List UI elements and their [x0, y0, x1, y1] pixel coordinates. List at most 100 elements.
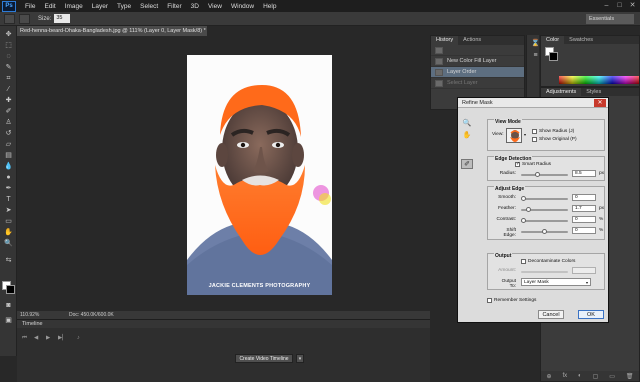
hand-icon[interactable]: ✋ [461, 131, 473, 141]
gradient-tool-icon[interactable]: ▤ [3, 151, 14, 160]
eraser-tool-icon[interactable]: ▱ [3, 140, 14, 149]
workspace-select[interactable]: Essentials [586, 14, 634, 24]
maximize-icon[interactable]: □ [615, 1, 624, 10]
chevron-down-icon[interactable]: ▾ [296, 354, 304, 363]
menu-view[interactable]: View [208, 3, 222, 10]
show-radius-checkbox[interactable] [532, 129, 537, 134]
history-item[interactable]: Layer Order [431, 67, 524, 78]
new-layer-icon[interactable]: ▭ [609, 373, 615, 380]
type-tool-icon[interactable]: T [3, 195, 14, 204]
view-mode-thumbnail[interactable] [506, 128, 522, 143]
size-input[interactable]: 35 [54, 14, 71, 23]
brush-tool-icon[interactable]: ✐ [3, 107, 14, 116]
smooth-slider[interactable] [521, 196, 568, 201]
radius-slider[interactable] [521, 172, 568, 177]
screen-mode-icon[interactable]: ▣ [3, 316, 14, 325]
smooth-slider-knob[interactable] [521, 196, 526, 201]
trash-icon[interactable]: 🗑 [626, 373, 634, 380]
document-size[interactable]: Doc: 450.0K/600.0K [69, 311, 114, 319]
shift-edge-input[interactable]: 0 [572, 227, 596, 234]
minimize-icon[interactable]: – [602, 1, 611, 10]
menu-type[interactable]: Type [117, 3, 131, 10]
contrast-slider-knob[interactable] [521, 218, 526, 223]
menu-3d[interactable]: 3D [191, 3, 199, 10]
feather-slider-knob[interactable] [526, 207, 532, 212]
zoom-level[interactable]: 110.92% [20, 311, 39, 319]
hand-tool-icon[interactable]: ✋ [3, 228, 14, 237]
history-item[interactable]: New Color Fill Layer [431, 56, 524, 67]
color-background-swatch[interactable] [549, 52, 558, 61]
timeline-tab[interactable]: Timeline [22, 321, 43, 327]
crop-tool-icon[interactable]: ⌗ [3, 74, 14, 83]
dodge-tool-icon[interactable]: ● [3, 173, 14, 182]
tab-history[interactable]: History [431, 36, 459, 45]
audio-icon[interactable]: ♪ [77, 335, 84, 341]
smart-radius-checkbox[interactable] [515, 161, 520, 167]
mask-icon[interactable]: ▢ [593, 373, 599, 380]
document-tab[interactable]: Red-henna-beard-Dhaka-Bangladesh.jpg @ 1… [17, 26, 207, 36]
feather-input[interactable]: 1.7 [572, 205, 596, 212]
shift-edge-slider[interactable] [521, 229, 568, 234]
quick-select-tool-icon[interactable]: ✎ [3, 63, 14, 72]
create-video-timeline-button[interactable]: Create Video Timeline [235, 354, 293, 363]
brush-preset-icon[interactable] [19, 13, 30, 24]
history-item[interactable]: Select Layer [431, 78, 524, 89]
background-color-swatch[interactable] [6, 285, 15, 294]
first-frame-icon[interactable]: ⏮ [22, 335, 29, 341]
path-select-icon[interactable]: ➤ [3, 206, 14, 215]
menu-layer[interactable]: Layer [92, 3, 108, 10]
quick-mask-icon[interactable]: ◙ [3, 301, 14, 310]
contrast-input[interactable]: 0 [572, 216, 596, 223]
link-layers-icon[interactable]: ⊕ [546, 373, 551, 380]
menu-help[interactable]: Help [263, 3, 276, 10]
adjustment-layer-icon[interactable]: ◐ [578, 373, 582, 379]
history-item[interactable] [431, 45, 524, 56]
next-frame-icon[interactable]: ▶▏ [58, 335, 66, 341]
tab-adjustments[interactable]: Adjustments [541, 88, 582, 96]
prev-frame-icon[interactable]: ◀ [34, 335, 41, 341]
show-original-checkbox[interactable] [532, 137, 537, 142]
pen-tool-icon[interactable]: ✒ [3, 184, 14, 193]
fx-icon[interactable]: fx [562, 373, 567, 379]
swap-colors-icon[interactable]: ⇆ [3, 256, 14, 265]
radius-slider-knob[interactable] [535, 172, 541, 177]
radius-input[interactable]: 8.5 [572, 170, 596, 177]
move-tool-icon[interactable]: ✥ [3, 30, 14, 39]
menu-select[interactable]: Select [140, 3, 158, 10]
decontaminate-checkbox[interactable] [521, 259, 526, 264]
tool-preset-icon[interactable] [4, 13, 15, 24]
play-icon[interactable]: ▶ [46, 335, 53, 341]
close-icon[interactable]: ✕ [628, 1, 637, 10]
healing-tool-icon[interactable]: ✚ [3, 96, 14, 105]
shape-tool-icon[interactable]: ▭ [3, 217, 14, 226]
feather-slider[interactable] [521, 207, 568, 212]
history-brush-icon[interactable]: ↺ [3, 129, 14, 138]
cancel-button[interactable]: Cancel [538, 310, 564, 319]
menu-file[interactable]: File [25, 3, 35, 10]
menu-edit[interactable]: Edit [44, 3, 55, 10]
menu-window[interactable]: Window [231, 3, 254, 10]
view-dropdown-arrow[interactable]: ▾ [524, 132, 526, 137]
eyedropper-tool-icon[interactable]: ⁄ [3, 85, 14, 94]
tab-swatches[interactable]: Swatches [564, 36, 598, 44]
tab-color[interactable]: Color [541, 36, 565, 44]
tab-styles[interactable]: Styles [581, 88, 606, 96]
ok-button[interactable]: OK [578, 310, 604, 319]
tab-actions[interactable]: Actions [458, 36, 486, 45]
contrast-slider[interactable] [521, 218, 568, 223]
refine-radius-brush-icon[interactable]: ✐ [461, 159, 473, 169]
shift-edge-slider-knob[interactable] [542, 229, 547, 234]
menu-image[interactable]: Image [65, 3, 83, 10]
remember-settings-checkbox[interactable] [487, 298, 492, 303]
menu-filter[interactable]: Filter [167, 3, 181, 10]
marquee-tool-icon[interactable]: ⬚ [3, 41, 14, 50]
lasso-tool-icon[interactable]: ◌ [3, 52, 14, 61]
zoom-icon[interactable]: 🔍 [461, 119, 473, 129]
stamp-tool-icon[interactable]: ♙ [3, 118, 14, 127]
close-icon[interactable]: ✕ [594, 99, 606, 107]
document-canvas[interactable]: JACKIE CLEMENTS PHOTOGRAPHY [187, 55, 332, 295]
smooth-input[interactable]: 0 [572, 194, 596, 201]
output-to-select[interactable]: Layer Mask ▾ [521, 278, 591, 286]
blur-tool-icon[interactable]: 💧 [3, 162, 14, 171]
zoom-tool-icon[interactable]: 🔍 [3, 239, 14, 248]
